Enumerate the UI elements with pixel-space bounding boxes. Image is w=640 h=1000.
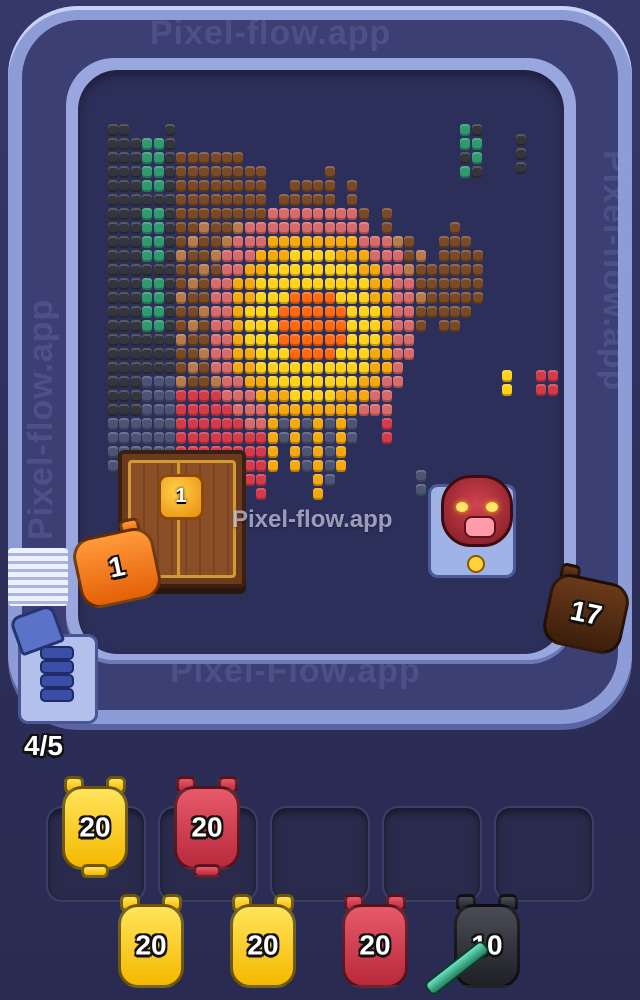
- crate-count: 1: [175, 485, 187, 507]
- cannon-dispenser: [0, 603, 98, 724]
- holding-slot-5[interactable]: [494, 806, 594, 902]
- crate-pig-icon: 1: [158, 474, 204, 520]
- slot-pig-yellow[interactable]: 20: [62, 776, 128, 878]
- watermark-left: Pixel-flow.app: [22, 298, 60, 540]
- queue-pig-red[interactable]: 20: [342, 894, 408, 988]
- watermark-top: Pixel-flow.app: [150, 14, 392, 52]
- watermark-right: Pixel-flow.app: [596, 150, 634, 392]
- queue-counter: 4/5: [24, 730, 63, 761]
- holding-slot-3[interactable]: [270, 806, 370, 902]
- holding-slot-4[interactable]: [382, 806, 482, 902]
- queue-pig-yellow-2[interactable]: 20: [230, 894, 296, 988]
- queue-pig-yellow-1[interactable]: 20: [118, 894, 184, 988]
- boar-enemy: [428, 475, 516, 578]
- queue-pig-count: 20: [135, 929, 167, 961]
- game-screen: Pixel-flow.app Pixel-flow.app Pixel-flow…: [0, 0, 640, 1000]
- slot-pig-count: 20: [79, 811, 111, 843]
- center-watermark: Pixel-flow.app: [232, 506, 393, 533]
- slot-pig-red[interactable]: 20: [174, 776, 240, 878]
- slot-pig-count: 20: [191, 811, 223, 843]
- bell-icon: [467, 555, 485, 573]
- conveyor-entry: [8, 548, 68, 606]
- queue-pig-count: 20: [359, 929, 391, 961]
- queue-pig-count: 20: [247, 929, 279, 961]
- boar-icon: [441, 475, 513, 547]
